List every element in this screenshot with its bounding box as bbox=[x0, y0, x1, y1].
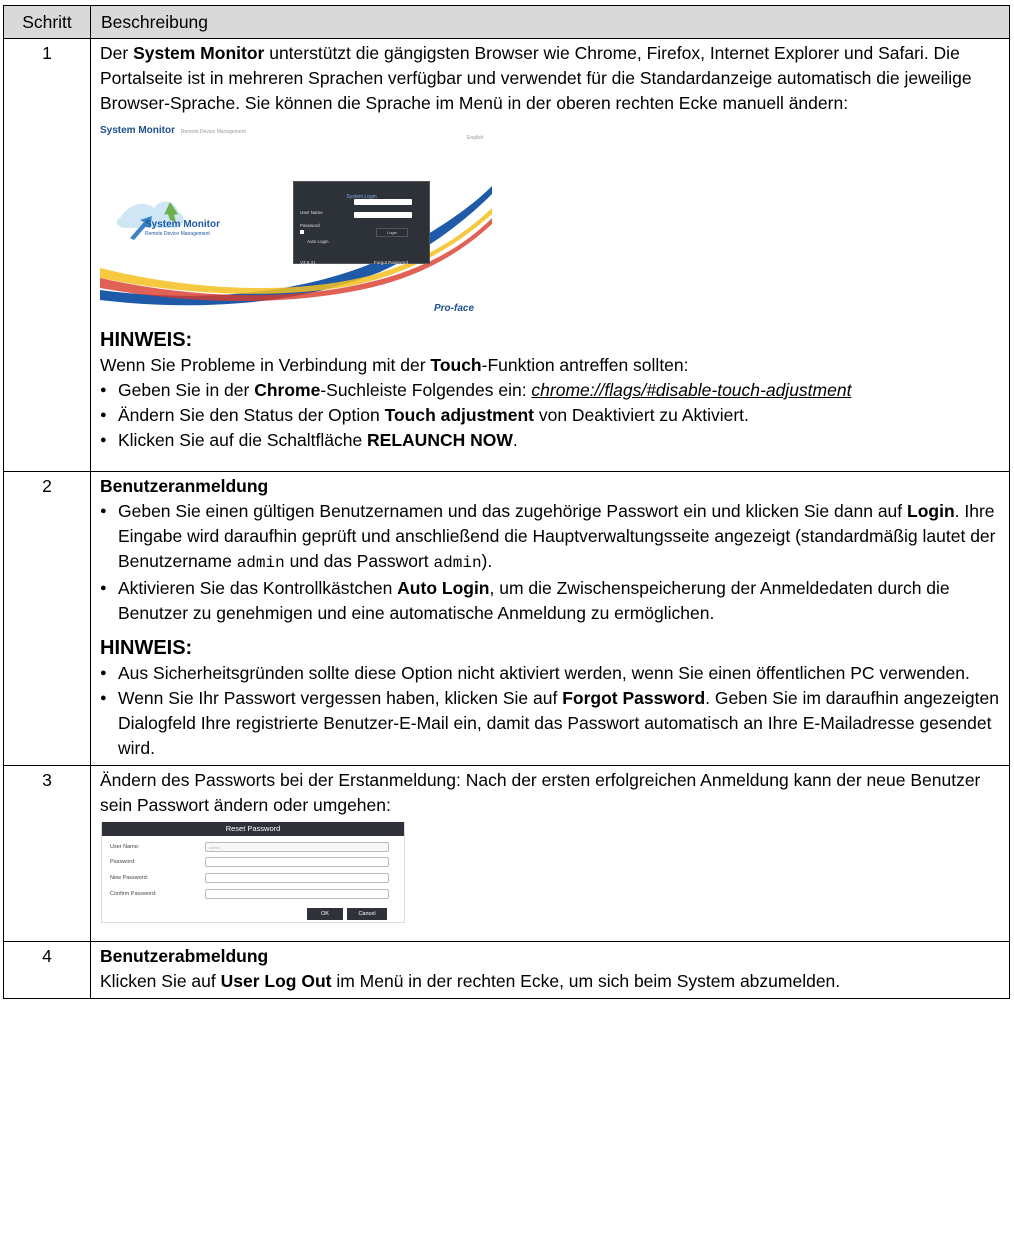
step-heading: Benutzerabmeldung bbox=[100, 946, 269, 966]
screenshot-forgot-password: Forgot Password bbox=[374, 260, 409, 265]
screenshot-language-menu: English bbox=[467, 135, 484, 141]
header-description: Beschreibung bbox=[90, 5, 1010, 39]
step-number: 3 bbox=[3, 765, 91, 942]
screenshot-login-button: Login bbox=[376, 228, 408, 237]
table-row: 4 Benutzerabmeldung Klicken Sie auf User… bbox=[3, 941, 1010, 999]
reset-password-screenshot: Reset Password User Name: admin Password… bbox=[101, 822, 405, 923]
screenshot-cancel-button: Cancel bbox=[347, 908, 387, 920]
step-heading: Benutzeranmeldung bbox=[100, 476, 269, 496]
screenshot-username-field bbox=[354, 199, 412, 205]
note-bullet-list: Geben Sie in der Chrome-Suchleiste Folge… bbox=[100, 378, 1001, 453]
list-item: Geben Sie einen gültigen Benutzernamen u… bbox=[100, 499, 1001, 576]
screenshot-app-subtitle: Remote Device Management bbox=[181, 129, 246, 135]
step-description: Ändern des Passworts bei der Erstanmeldu… bbox=[90, 765, 1010, 942]
list-item: Aus Sicherheitsgründen sollte diese Opti… bbox=[100, 661, 1001, 686]
table-row: 3 Ändern des Passworts bei der Erstanmel… bbox=[3, 765, 1010, 942]
screenshot-password-field bbox=[205, 857, 389, 867]
step-number: 2 bbox=[3, 471, 91, 766]
login-screenshot: System Monitor Remote Device Management … bbox=[100, 118, 492, 318]
note-title: HINWEIS: bbox=[100, 637, 193, 659]
screenshot-dialog-title: Reset Password bbox=[102, 822, 404, 836]
table-row: 2 Benutzeranmeldung Geben Sie einen gült… bbox=[3, 471, 1010, 766]
screenshot-confirm-password-label: Confirm Password: bbox=[110, 891, 157, 897]
header-step: Schritt bbox=[3, 5, 91, 39]
step-description: Benutzerabmeldung Klicken Sie auf User L… bbox=[90, 941, 1010, 999]
proface-logo: Pro-face bbox=[434, 303, 475, 314]
table-header-row: Schritt Beschreibung bbox=[3, 5, 1010, 39]
screenshot-confirm-password-field bbox=[205, 889, 389, 899]
chrome-flags-link[interactable]: chrome://flags/#disable-touch-adjustment bbox=[531, 380, 851, 400]
list-item: Ändern Sie den Status der Option Touch a… bbox=[100, 403, 1001, 428]
screenshot-new-password-label: New Password: bbox=[110, 875, 149, 881]
note-bullet-list: Aus Sicherheitsgründen sollte diese Opti… bbox=[100, 661, 1001, 761]
table-row: 1 Der System Monitor unterstützt die gän… bbox=[3, 38, 1010, 472]
step-description: Benutzeranmeldung Geben Sie einen gültig… bbox=[90, 471, 1010, 766]
list-item: Wenn Sie Ihr Passwort vergessen haben, k… bbox=[100, 686, 1001, 761]
note-title: HINWEIS: bbox=[100, 329, 193, 351]
screenshot-brand-subtitle: Remote Device Management bbox=[145, 231, 210, 237]
bullet-list: Geben Sie einen gültigen Benutzernamen u… bbox=[100, 499, 1001, 626]
step-description: Der System Monitor unterstützt die gängi… bbox=[90, 38, 1010, 472]
screenshot-username-label: User Name: bbox=[110, 844, 140, 850]
screenshot-version: V3.6.31 bbox=[300, 260, 316, 265]
paragraph: Ändern des Passworts bei der Erstanmeldu… bbox=[100, 770, 981, 815]
list-item: Geben Sie in der Chrome-Suchleiste Folge… bbox=[100, 378, 1001, 403]
step-number: 1 bbox=[3, 38, 91, 472]
step-number: 4 bbox=[3, 941, 91, 999]
paragraph: Klicken Sie auf User Log Out im Menü in … bbox=[100, 971, 841, 991]
steps-table: Schritt Beschreibung 1 Der System Monito… bbox=[3, 5, 1010, 999]
screenshot-ok-button: OK bbox=[307, 908, 343, 920]
list-item: Aktivieren Sie das Kontrollkästchen Auto… bbox=[100, 576, 1001, 626]
screenshot-login-box: System Login User Name Password Auto Log… bbox=[293, 181, 430, 265]
screenshot-username-field: admin bbox=[205, 842, 389, 852]
paragraph: Der System Monitor unterstützt die gängi… bbox=[100, 43, 972, 113]
screenshot-password-label: Password: bbox=[110, 859, 136, 865]
screenshot-password-field bbox=[354, 212, 412, 218]
screenshot-app-title: System Monitor bbox=[100, 125, 176, 136]
screenshot-auto-login-checkbox bbox=[300, 230, 304, 234]
screenshot-new-password-field bbox=[205, 873, 389, 883]
list-item: Klicken Sie auf die Schaltfläche RELAUNC… bbox=[100, 428, 1001, 453]
note-text: Wenn Sie Probleme in Verbindung mit der … bbox=[100, 355, 689, 375]
